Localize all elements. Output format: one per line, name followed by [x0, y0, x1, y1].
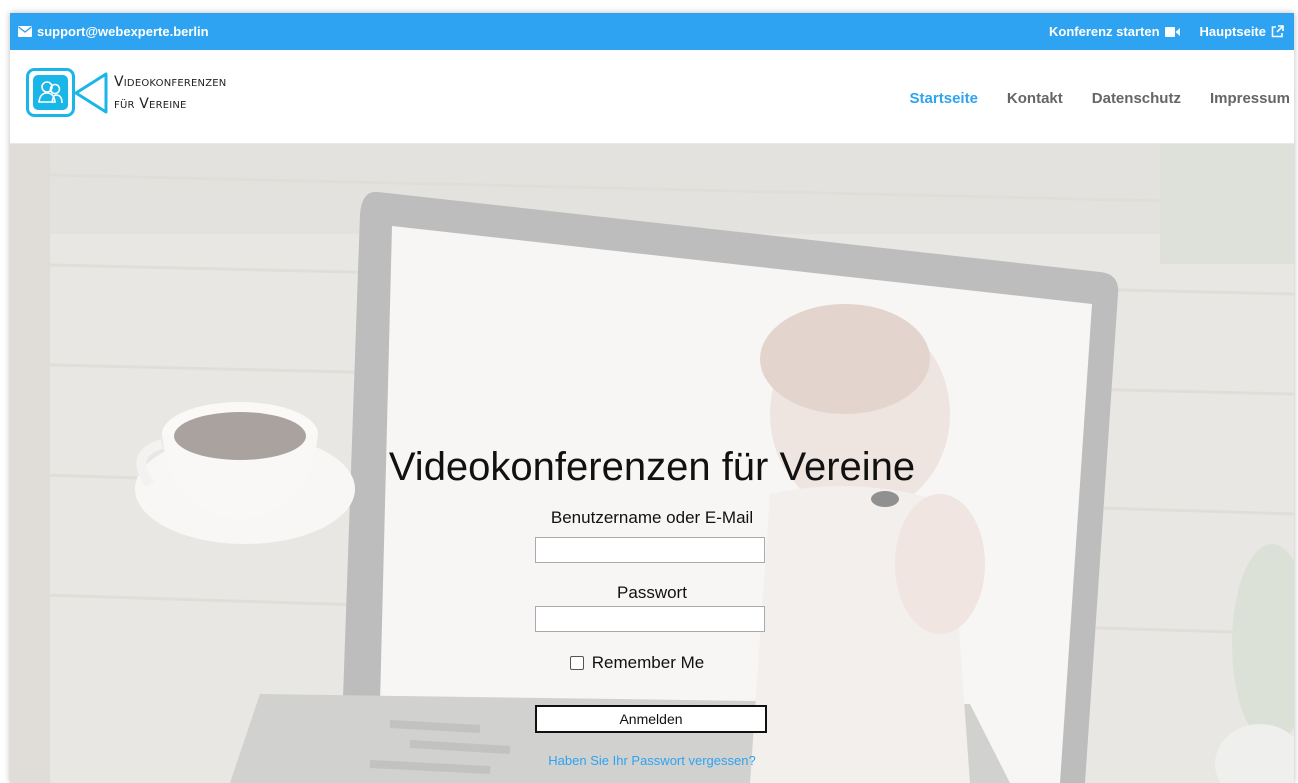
support-email-text: support@webexperte.berlin [37, 24, 209, 39]
remember-me-label: Remember Me [591, 653, 705, 672]
hero-section: Videokonferenzen für Vereine Benutzernam… [10, 144, 1294, 783]
envelope-icon [18, 26, 32, 37]
password-input[interactable] [535, 606, 765, 632]
external-link-icon [1271, 25, 1284, 38]
nav-item-kontakt[interactable]: Kontakt [1007, 90, 1063, 107]
hero-title: Videokonferenzen für Vereine [388, 445, 916, 489]
video-camera-icon [1164, 26, 1180, 37]
password-label: Passwort [617, 583, 687, 602]
logo-camera-icon [26, 68, 108, 117]
nav-item-impressum[interactable]: Impressum [1210, 90, 1290, 107]
homepage-label: Hauptseite [1199, 24, 1266, 39]
username-input[interactable] [535, 537, 765, 563]
remember-me-checkbox[interactable] [569, 656, 584, 670]
forgot-password-link[interactable]: Haben Sie Ihr Passwort vergessen? [10, 753, 1294, 768]
start-conference-link[interactable]: Konferenz starten [1049, 24, 1180, 39]
main-nav: Startseite Kontakt Datenschutz Impressum [910, 90, 1290, 107]
start-conference-label: Konferenz starten [1049, 24, 1160, 39]
login-button[interactable]: Anmelden [535, 705, 767, 733]
logo-text: Videokonferenzen für Vereine [114, 71, 226, 115]
logo-line-1: Videokonferenzen [114, 74, 227, 90]
site-header: Videokonferenzen für Vereine Startseite … [10, 50, 1294, 144]
browser-viewport: support@webexperte.berlin Konferenz star… [10, 13, 1294, 783]
support-email-link[interactable]: support@webexperte.berlin [18, 24, 209, 39]
logo-line-2: für Vereine [114, 96, 187, 112]
username-label: Benutzername oder E-Mail [550, 508, 754, 527]
nav-item-datenschutz[interactable]: Datenschutz [1092, 90, 1181, 107]
homepage-link[interactable]: Hauptseite [1200, 24, 1284, 39]
top-bar: support@webexperte.berlin Konferenz star… [10, 13, 1294, 50]
nav-item-startseite[interactable]: Startseite [910, 90, 978, 107]
site-logo[interactable]: Videokonferenzen für Vereine [26, 68, 226, 118]
remember-me-row: Remember Me [10, 653, 1294, 673]
